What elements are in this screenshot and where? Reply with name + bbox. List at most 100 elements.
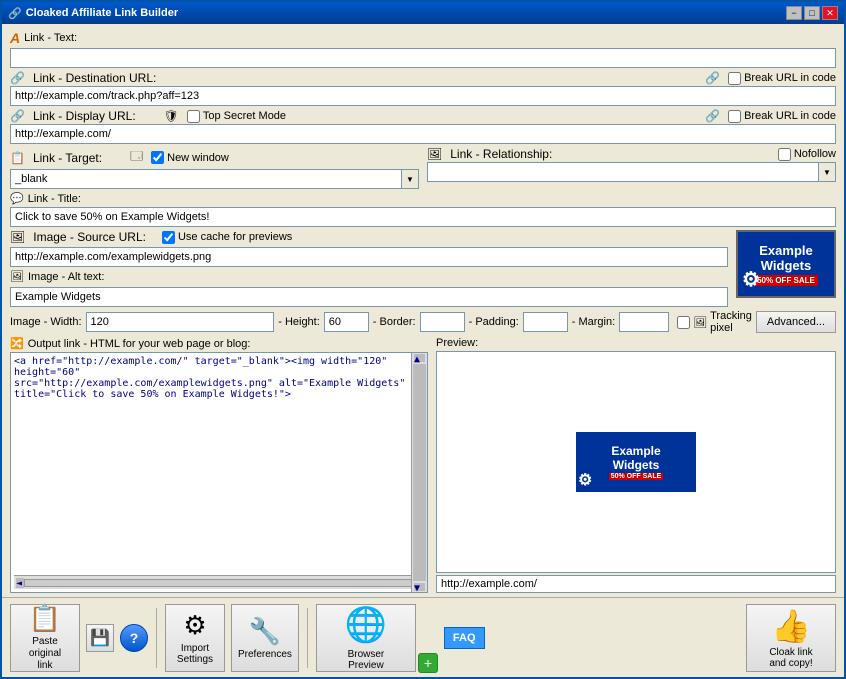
- link-rel-label-row: 🖼 Link - Relationship: Nofollow: [427, 147, 836, 161]
- minimize-button[interactable]: −: [786, 6, 802, 20]
- border-input[interactable]: [420, 312, 465, 332]
- scroll-down-btn[interactable]: ▼: [414, 583, 425, 591]
- padding-input[interactable]: [523, 312, 568, 332]
- browser-preview-plus-btn[interactable]: +: [418, 653, 438, 673]
- link-title-row: 💬 Link - Title:: [10, 192, 836, 227]
- image-source-input[interactable]: [10, 247, 728, 267]
- use-cache-label-wrap: Use cache for previews: [162, 231, 292, 244]
- image-preview-line1: Example: [759, 243, 812, 258]
- padding-label: - Padding:: [469, 316, 519, 328]
- preview-banner: Example Widgets 50% OFF SALE ⚙: [576, 432, 696, 492]
- link-target-half: 📋 Link - Target: 🗔 New window ▼: [10, 147, 419, 189]
- target-rel-row: 📋 Link - Target: 🗔 New window ▼ 🖼 Link: [10, 147, 836, 189]
- link-display-input[interactable]: [10, 124, 836, 144]
- preview-section: Preview: Example Widgets 50% OFF SALE ⚙ …: [436, 337, 836, 593]
- link-rel-input[interactable]: [427, 162, 818, 182]
- new-window-icon: 🗔: [130, 147, 143, 168]
- browser-preview-label: Browser Preview: [348, 649, 385, 671]
- save-small-button[interactable]: 💾: [86, 624, 114, 652]
- link-target-label: Link - Target:: [33, 151, 102, 165]
- width-label: Image - Width:: [10, 316, 82, 328]
- main-window: 🔗 Cloaked Affiliate Link Builder − □ ✕ A…: [0, 0, 846, 679]
- use-cache-checkbox[interactable]: [162, 231, 175, 244]
- preview-url-bar: http://example.com/: [436, 575, 836, 593]
- tracking-pixel-label-wrap: 🖼 Tracking pixel: [677, 310, 752, 334]
- hscroll-left[interactable]: ◄: [16, 578, 24, 588]
- image-preview-line2: Widgets: [761, 258, 811, 273]
- globe-icon: 🌐: [345, 605, 387, 645]
- link-rel-half: 🖼 Link - Relationship: Nofollow ▼: [427, 147, 836, 182]
- new-window-checkbox[interactable]: [151, 151, 164, 164]
- link-text-input[interactable]: [10, 48, 836, 68]
- image-source-label-row: 🖼 Image - Source URL: Use cache for prev…: [10, 230, 728, 244]
- top-secret-label-wrap: Top Secret Mode: [187, 110, 286, 123]
- margin-label: - Margin:: [572, 316, 615, 328]
- thumbs-up-icon: 👍: [771, 607, 811, 645]
- break-url-2-checkbox[interactable]: [728, 110, 741, 123]
- image-alt-label: Image - Alt text:: [28, 271, 104, 283]
- preview-banner-line1: Example: [611, 444, 660, 458]
- width-input[interactable]: [86, 312, 275, 332]
- image-preview-box: Example Widgets 50% OFF SALE ⚙: [736, 230, 836, 298]
- link-dest-row: 🔗 Link - Destination URL: 🔗 Break URL in…: [10, 71, 836, 106]
- tracking-pixel-checkbox[interactable]: [677, 316, 690, 329]
- link-display-label-row: 🔗 Link - Display URL: 🛡 Top Secret Mode …: [10, 109, 836, 123]
- link-target-select: ▼: [10, 169, 419, 189]
- faq-button[interactable]: FAQ: [444, 627, 485, 649]
- top-secret-checkbox[interactable]: [187, 110, 200, 123]
- height-input[interactable]: [324, 312, 369, 332]
- output-hscroll[interactable]: ◄ ►: [14, 575, 424, 589]
- link-display-icon: 🔗: [10, 109, 25, 123]
- image-alt-label-row: 🖼 Image - Alt text:: [10, 270, 728, 283]
- hscroll-track[interactable]: [24, 579, 414, 587]
- import-label: Import Settings: [177, 643, 213, 665]
- link-rel-dropdown-btn[interactable]: ▼: [818, 162, 836, 182]
- help-button[interactable]: ?: [120, 624, 148, 652]
- image-alt-input[interactable]: [10, 287, 728, 307]
- cloak-link-button[interactable]: 👍 Cloak link and copy!: [746, 604, 836, 672]
- link-text-icon: A: [10, 30, 20, 46]
- border-label: - Border:: [373, 316, 416, 328]
- link-text-label: Link - Text:: [24, 32, 77, 44]
- break-url-1-checkbox[interactable]: [728, 72, 741, 85]
- close-button[interactable]: ✕: [822, 6, 838, 20]
- preview-url-text: http://example.com/: [441, 578, 537, 590]
- bottom-bar: 📋 Paste original link 💾 ? ⚙ Import Setti…: [2, 597, 844, 677]
- preview-gear-icon: ⚙: [578, 470, 592, 490]
- html-output-textarea[interactable]: <a href="http://example.com/" target="_b…: [14, 356, 424, 575]
- output-scroll-area: <a href="http://example.com/" target="_b…: [14, 356, 424, 575]
- paste-original-button[interactable]: 📋 Paste original link: [10, 604, 80, 672]
- preferences-button[interactable]: 🔧 Preferences: [231, 604, 299, 672]
- break-url-2-icon: 🔗: [705, 109, 720, 123]
- output-preview-area: 🔀 Output link - HTML for your web page o…: [10, 337, 836, 593]
- link-target-input[interactable]: [10, 169, 401, 189]
- scroll-up-btn[interactable]: ▲: [414, 354, 425, 362]
- link-dest-input[interactable]: [10, 86, 836, 106]
- link-text-label-row: A Link - Text:: [10, 30, 836, 46]
- link-rel-icon: 🖼: [427, 147, 442, 161]
- link-title-input[interactable]: [10, 207, 836, 227]
- link-text-row: A Link - Text:: [10, 30, 836, 68]
- top-secret-icon: 🛡: [164, 109, 179, 123]
- import-settings-button[interactable]: ⚙ Import Settings: [165, 604, 225, 672]
- margin-input[interactable]: [619, 312, 669, 332]
- height-label: - Height:: [278, 316, 320, 328]
- link-rel-label: Link - Relationship:: [450, 147, 552, 161]
- output-section: 🔀 Output link - HTML for your web page o…: [10, 337, 428, 593]
- new-window-label-wrap: New window: [151, 151, 229, 164]
- output-vscroll[interactable]: ▲ ▼: [411, 353, 427, 592]
- dimensions-row: Image - Width: - Height: - Border: - Pad…: [10, 310, 836, 334]
- link-target-dropdown-btn[interactable]: ▼: [401, 169, 419, 189]
- divider-1: [156, 608, 157, 668]
- scroll-thumb[interactable]: [413, 364, 426, 581]
- preferences-icon: 🔧: [249, 616, 281, 647]
- maximize-button[interactable]: □: [804, 6, 820, 20]
- output-label-row: 🔀 Output link - HTML for your web page o…: [10, 337, 428, 350]
- link-title-label: Link - Title:: [28, 193, 81, 205]
- preferences-label: Preferences: [238, 649, 292, 660]
- nofollow-checkbox[interactable]: [778, 148, 791, 161]
- output-html-box: <a href="http://example.com/" target="_b…: [10, 352, 428, 593]
- paste-label: Paste original link: [29, 636, 61, 672]
- browser-preview-button[interactable]: 🌐 Browser Preview: [316, 604, 416, 672]
- advanced-button[interactable]: Advanced...: [756, 311, 836, 333]
